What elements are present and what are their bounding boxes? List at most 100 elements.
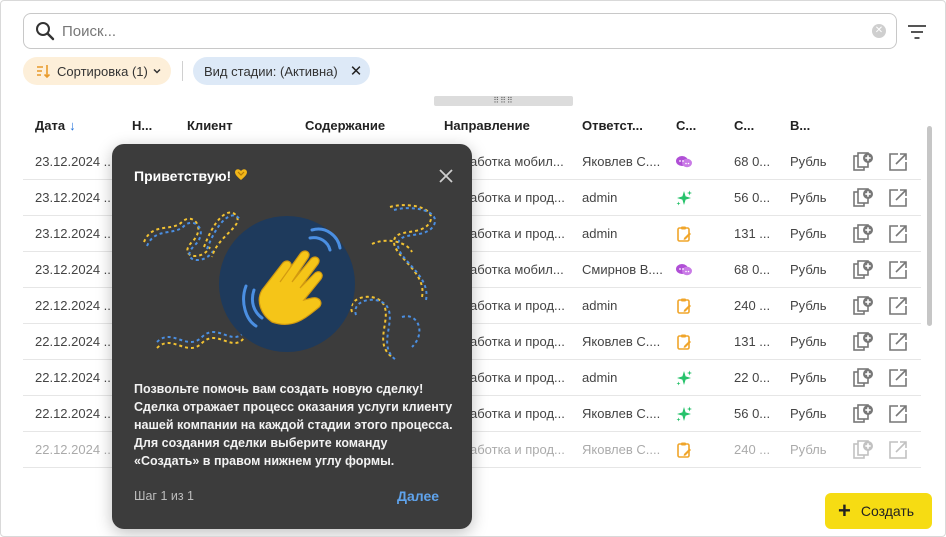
cell-owner: Яковлев С.... [582, 406, 661, 421]
open-external-icon[interactable] [887, 295, 909, 317]
column-header-direction[interactable]: Направление [444, 118, 530, 133]
open-external-icon[interactable] [887, 331, 909, 353]
clipboard-icon [675, 441, 693, 459]
cell-direction: аботка и прод... [470, 334, 565, 349]
cell-sum: 131 ... [734, 226, 771, 241]
open-external-icon[interactable] [887, 403, 909, 425]
sort-icon [37, 65, 51, 79]
cell-date: 23.12.2024 ... [35, 190, 115, 205]
cell-owner: admin [582, 298, 618, 313]
cell-currency: Рубль [790, 406, 827, 421]
cell-direction: аботка и прод... [470, 406, 565, 421]
filter-icon[interactable] [907, 23, 927, 41]
cell-date: 23.12.2024 ... [35, 262, 115, 277]
copy-deal-icon[interactable] [852, 331, 874, 353]
tour-title: Приветствую! [134, 168, 232, 184]
cell-owner: Смирнов В.... [582, 262, 663, 277]
stage-filter-label: Вид стадии: (Активна) [204, 63, 338, 79]
open-external-icon[interactable] [887, 187, 909, 209]
search-bar[interactable]: ✕ [23, 13, 897, 49]
cell-sum: 22 0... [734, 370, 771, 385]
clipboard-icon [675, 297, 693, 315]
column-header-number[interactable]: Н... [132, 118, 152, 133]
tour-step-counter: Шаг 1 из 1 [134, 489, 195, 503]
column-header-currency[interactable]: В... [790, 118, 810, 133]
cell-currency: Рубль [790, 370, 827, 385]
sort-desc-icon: ↓ [69, 118, 76, 133]
cell-date: 22.12.2024 ... [35, 442, 115, 457]
create-button-label: Создать [860, 503, 915, 519]
column-drag-handle[interactable]: ⠿⠿⠿ [434, 96, 573, 106]
chip-divider [182, 61, 183, 81]
remove-filter-icon[interactable]: ✕ [350, 62, 363, 80]
cell-owner: Яковлев С.... [582, 154, 661, 169]
search-input[interactable] [62, 22, 872, 40]
open-external-icon[interactable] [887, 223, 909, 245]
copy-deal-icon[interactable] [852, 295, 874, 317]
cell-currency: Рубль [790, 226, 827, 241]
cell-currency: Рубль [790, 190, 827, 205]
cell-direction: аботка мобил... [470, 262, 564, 277]
cell-sum: 240 ... [734, 298, 771, 313]
cell-direction: аботка и прод... [470, 370, 565, 385]
cell-direction: аботка и прод... [470, 442, 565, 457]
cell-sum: 68 0... [734, 262, 771, 277]
tour-body-text: Позвольте помочь вам создать новую сделк… [134, 382, 453, 468]
search-icon [34, 20, 56, 42]
copy-deal-icon[interactable] [852, 367, 874, 389]
cell-owner: admin [582, 370, 618, 385]
copy-deal-icon[interactable] [852, 403, 874, 425]
sort-chip-label: Сортировка (1) [57, 63, 148, 79]
column-header-date[interactable]: Дата ↓ [35, 118, 76, 133]
cell-owner: admin [582, 226, 618, 241]
cell-sum: 131 ... [734, 334, 771, 349]
open-external-icon[interactable] [887, 367, 909, 389]
copy-deal-icon[interactable] [852, 259, 874, 281]
welcome-tour-popup: Приветствую! Позвольте помочь вам создат… [112, 144, 472, 529]
column-header-content[interactable]: Содержание [305, 118, 385, 133]
vertical-scrollbar[interactable] [927, 126, 932, 326]
cell-date: 23.12.2024 ... [35, 226, 115, 241]
cell-date: 22.12.2024 ... [35, 334, 115, 349]
copy-deal-icon[interactable] [852, 151, 874, 173]
cell-direction: аботка и прод... [470, 190, 565, 205]
clipboard-icon [675, 225, 693, 243]
copy-deal-icon[interactable] [852, 223, 874, 245]
cell-currency: Рубль [790, 298, 827, 313]
create-button[interactable]: + Создать [825, 493, 932, 529]
deals-list-window: ✕ Сортировка (1) Вид стадии: (Активна) ✕… [0, 0, 946, 537]
close-icon[interactable] [438, 168, 454, 184]
tour-next-button[interactable]: Далее [397, 488, 439, 504]
column-header-stage[interactable]: С... [676, 118, 696, 133]
chat-icon [675, 153, 693, 171]
cell-currency: Рубль [790, 262, 827, 277]
cell-currency: Рубль [790, 442, 827, 457]
chevron-down-icon [153, 68, 161, 74]
cell-currency: Рубль [790, 334, 827, 349]
waving-hand-illustration [143, 204, 437, 361]
open-external-icon[interactable] [887, 439, 909, 461]
cell-sum: 56 0... [734, 406, 771, 421]
column-header-owner[interactable]: Ответст... [582, 118, 643, 133]
clear-search-icon[interactable]: ✕ [872, 24, 886, 38]
copy-deal-icon[interactable] [852, 187, 874, 209]
chat-icon [675, 261, 693, 279]
plus-icon: + [838, 498, 851, 523]
copy-deal-icon[interactable] [852, 439, 874, 461]
stage-filter-chip[interactable]: Вид стадии: (Активна) ✕ [193, 57, 370, 85]
column-header-sum[interactable]: С... [734, 118, 754, 133]
cell-owner: Яковлев С.... [582, 334, 661, 349]
open-external-icon[interactable] [887, 151, 909, 173]
column-header-client[interactable]: Клиент [187, 118, 233, 133]
cell-date: 23.12.2024 ... [35, 154, 115, 169]
sparkle-icon [675, 189, 693, 207]
cell-currency: Рубль [790, 154, 827, 169]
cell-direction: аботка и прод... [470, 298, 565, 313]
sparkle-icon [675, 369, 693, 387]
cell-owner: admin [582, 190, 618, 205]
heart-hands-icon [235, 169, 247, 180]
cell-sum: 68 0... [734, 154, 771, 169]
cell-direction: аботка и прод... [470, 226, 565, 241]
sort-chip[interactable]: Сортировка (1) [23, 57, 171, 85]
open-external-icon[interactable] [887, 259, 909, 281]
